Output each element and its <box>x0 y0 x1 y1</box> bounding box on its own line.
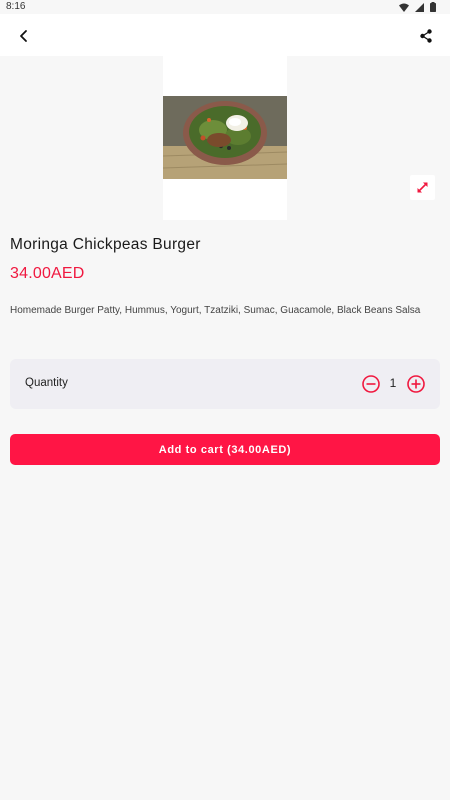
share-icon <box>420 29 432 43</box>
quantity-label: Quantity <box>25 377 68 389</box>
signal-icon <box>415 2 424 12</box>
status-bar: 8:16 <box>0 0 450 14</box>
product-description: Homemade Burger Patty, Hummus, Yogurt, T… <box>10 305 421 316</box>
wifi-icon <box>399 3 409 12</box>
decrease-quantity-button[interactable] <box>361 374 381 394</box>
status-icons <box>399 2 436 12</box>
product-image-area <box>163 56 287 220</box>
quantity-card: Quantity 1 <box>10 359 440 409</box>
battery-icon <box>430 2 436 12</box>
increase-quantity-button[interactable] <box>406 374 426 394</box>
status-time: 8:16 <box>6 1 26 12</box>
plus-circle-icon <box>407 375 425 393</box>
expand-image-button[interactable] <box>410 175 435 200</box>
salad-bowl-photo[interactable] <box>163 96 287 179</box>
salad-bowl-image <box>163 96 287 179</box>
product-title: Moringa Chickpeas Burger <box>10 236 201 253</box>
expand-icon <box>417 182 428 193</box>
quantity-value: 1 <box>389 376 397 390</box>
back-button[interactable] <box>12 24 36 48</box>
chevron-left-icon <box>20 30 27 42</box>
share-button[interactable] <box>414 24 438 48</box>
add-to-cart-button[interactable]: Add to cart (34.00AED) <box>10 434 440 465</box>
app-bar <box>0 14 450 56</box>
minus-circle-icon <box>362 375 380 393</box>
product-price: 34.00AED <box>10 265 85 282</box>
